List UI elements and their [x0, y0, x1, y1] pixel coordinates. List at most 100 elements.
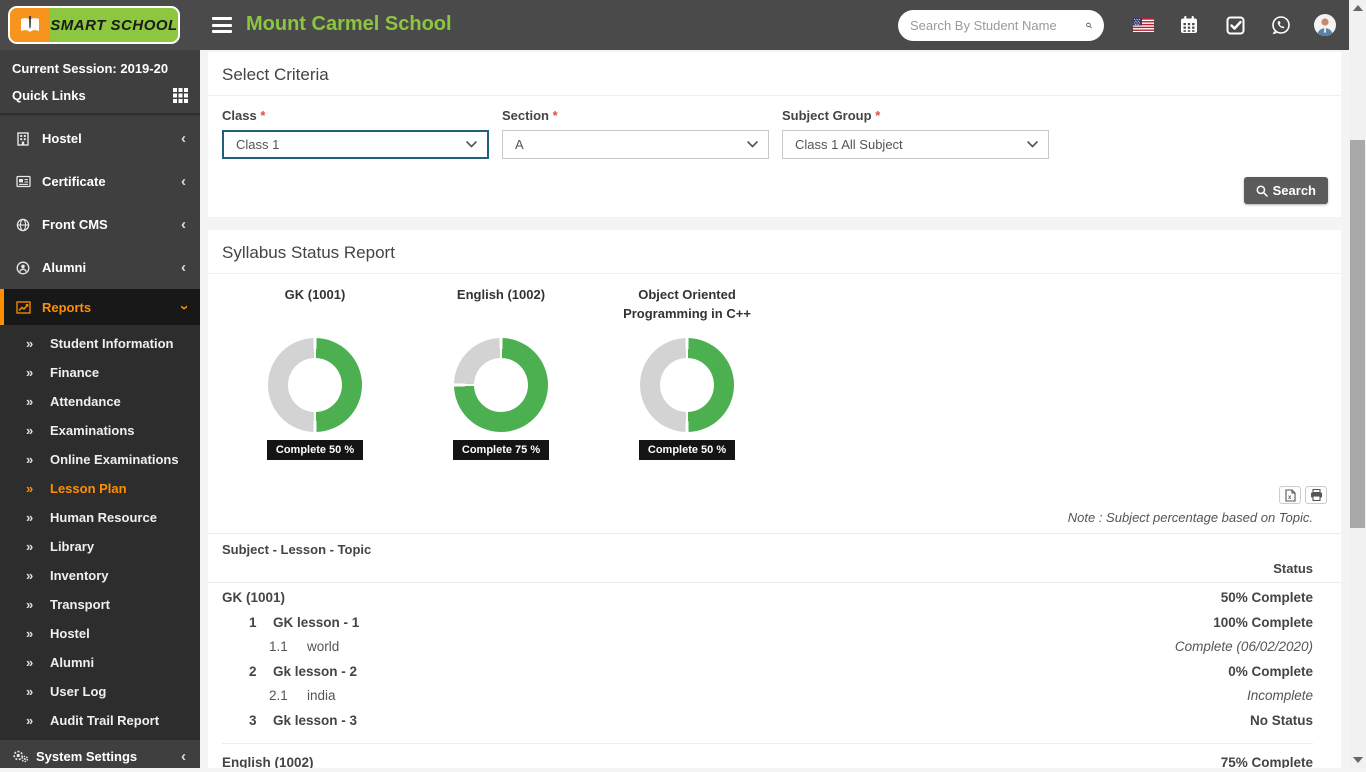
submenu-item[interactable]: » Student Information: [0, 329, 200, 358]
globe-icon: [16, 218, 42, 232]
chevron-down-icon: [747, 141, 758, 148]
donut-chart: [454, 338, 548, 432]
menu-toggle-icon[interactable]: [212, 17, 232, 33]
row-status: 100% Complete: [1213, 611, 1313, 636]
scroll-down-arrow[interactable]: [1353, 757, 1363, 763]
required-marker: *: [875, 108, 880, 123]
submenu-item[interactable]: » Transport: [0, 590, 200, 619]
submenu-item[interactable]: » Examinations: [0, 416, 200, 445]
class-field: Class * Class 1: [222, 108, 489, 159]
sidebar-item-front-cms[interactable]: Front CMS ‹: [0, 203, 200, 246]
double-chevron-icon: »: [26, 539, 50, 554]
submenu-item-label: Transport: [50, 597, 110, 612]
logo-book-icon: [10, 8, 50, 42]
double-chevron-icon: »: [26, 452, 50, 467]
subject-donut-chart: GK (1001) Complete 50 %: [222, 284, 408, 460]
donut-hole: [288, 358, 342, 412]
submenu-item[interactable]: » Library: [0, 532, 200, 561]
submenu-item-label: Online Examinations: [50, 452, 179, 467]
required-marker: *: [553, 108, 558, 123]
note-text: Note : Subject percentage based on Topic…: [208, 504, 1341, 534]
sidebar-item-label: Reports: [42, 300, 91, 315]
main-content: Select Criteria Class * Class 1 Section …: [200, 50, 1349, 768]
row-label: world: [307, 635, 339, 660]
sidebar-item-label: Certificate: [42, 174, 106, 189]
scroll-up-arrow[interactable]: [1353, 5, 1363, 11]
sidebar-item-hostel[interactable]: Hostel ‹: [0, 117, 200, 160]
submenu-item-label: Finance: [50, 365, 99, 380]
tasks-check-icon[interactable]: [1222, 12, 1248, 38]
page-scrollbar[interactable]: [1349, 0, 1366, 768]
app-logo[interactable]: SMART SCHOOL: [8, 6, 180, 44]
class-label: Class *: [222, 108, 489, 123]
column-header-subject: Subject - Lesson - Topic: [222, 542, 1313, 557]
gears-icon: [12, 749, 36, 763]
syllabus-status-panel: Syllabus Status Report GK (1001) Complet…: [208, 230, 1341, 768]
search-button[interactable]: Search: [1244, 177, 1328, 204]
submenu-item[interactable]: » Attendance: [0, 387, 200, 416]
complete-badge: Complete 75 %: [453, 440, 549, 460]
submenu-item[interactable]: » Hostel: [0, 619, 200, 648]
submenu-item-label: Student Information: [50, 336, 174, 351]
row-number: 1: [249, 611, 273, 636]
submenu-item[interactable]: » Inventory: [0, 561, 200, 590]
table-row: 1 GK lesson - 1 100% Complete: [222, 611, 1313, 636]
submenu-item-label: Attendance: [50, 394, 121, 409]
double-chevron-icon: »: [26, 481, 50, 496]
chevron-left-icon: ‹: [181, 173, 186, 190]
row-label: GK (1001): [222, 586, 285, 611]
export-excel-button[interactable]: x: [1279, 486, 1301, 504]
class-select[interactable]: Class 1: [222, 130, 489, 159]
certificate-icon: [16, 175, 42, 188]
double-chevron-icon: »: [26, 510, 50, 525]
double-chevron-icon: »: [26, 626, 50, 641]
section-select[interactable]: A: [502, 130, 769, 159]
submenu-item[interactable]: » Human Resource: [0, 503, 200, 532]
row-number: 2: [249, 660, 273, 685]
donut-hole: [474, 358, 528, 412]
scrollbar-thumb[interactable]: [1350, 140, 1365, 528]
user-avatar[interactable]: [1312, 12, 1338, 38]
row-label: Gk lesson - 3: [273, 709, 357, 734]
double-chevron-icon: »: [26, 423, 50, 438]
sidebar-item-reports[interactable]: Reports ‹: [0, 289, 200, 325]
search-icon[interactable]: [1086, 18, 1092, 33]
submenu-item-label: Examinations: [50, 423, 135, 438]
subject-group-select[interactable]: Class 1 All Subject: [782, 130, 1049, 159]
print-button[interactable]: [1305, 486, 1327, 504]
submenu-item[interactable]: » Alumni: [0, 648, 200, 677]
subject-group-label: Subject Group *: [782, 108, 1049, 123]
sidebar-item-certificate[interactable]: Certificate ‹: [0, 160, 200, 203]
chart-title: Object Oriented Programming in C++: [594, 284, 780, 334]
sidebar-item-label: System Settings: [36, 749, 137, 764]
chevron-down-icon: [466, 141, 477, 148]
person-icon: [16, 261, 42, 275]
sidebar-item-alumni[interactable]: Alumni ‹: [0, 246, 200, 289]
quick-links[interactable]: Quick Links: [0, 80, 200, 113]
submenu-item[interactable]: » Lesson Plan: [0, 474, 200, 503]
submenu-item[interactable]: » Online Examinations: [0, 445, 200, 474]
subject-donut-chart: English (1002) Complete 75 %: [408, 284, 594, 460]
chevron-down-icon: [1027, 141, 1038, 148]
quick-links-label: Quick Links: [12, 88, 86, 103]
table-row: 3 Gk lesson - 3 No Status: [222, 709, 1313, 734]
excel-icon: x: [1285, 489, 1296, 502]
submenu-item[interactable]: » User Log: [0, 677, 200, 706]
submenu-item[interactable]: » Audit Trail Report: [0, 706, 200, 735]
sidebar-item-system-settings[interactable]: System Settings ‹: [0, 739, 200, 772]
whatsapp-icon[interactable]: [1268, 12, 1294, 38]
table-row: 2.1 india Incomplete: [222, 684, 1313, 709]
row-status: 0% Complete: [1228, 660, 1313, 685]
calendar-icon[interactable]: [1176, 12, 1202, 38]
grid-icon[interactable]: [173, 88, 188, 103]
double-chevron-icon: »: [26, 365, 50, 380]
search-icon: [1256, 185, 1268, 197]
chevron-left-icon: ‹: [181, 259, 186, 276]
column-header-status: Status: [222, 561, 1313, 576]
submenu-item[interactable]: » Finance: [0, 358, 200, 387]
chart-title: English (1002): [408, 284, 594, 334]
search-input[interactable]: [910, 18, 1086, 33]
donut-chart: [640, 338, 734, 432]
sidebar-item-label: Hostel: [42, 131, 82, 146]
language-flag-icon[interactable]: [1130, 12, 1156, 38]
